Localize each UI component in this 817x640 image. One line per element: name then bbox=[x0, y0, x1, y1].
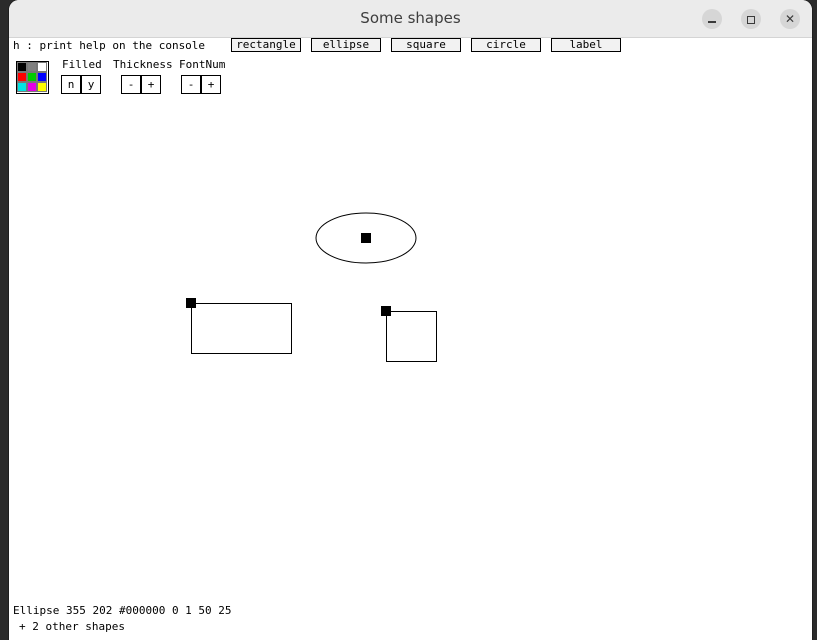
minimize-button[interactable] bbox=[702, 9, 722, 29]
title-bar[interactable]: Some shapes ✕ bbox=[9, 0, 812, 38]
rectangle-shape[interactable] bbox=[191, 303, 292, 354]
rectangle-handle[interactable] bbox=[186, 298, 196, 308]
ellipse-handle[interactable] bbox=[361, 233, 371, 243]
app-window: Some shapes ✕ h : print help on the cons… bbox=[9, 0, 812, 640]
drawing-canvas[interactable]: h : print help on the console rectangle … bbox=[9, 38, 812, 640]
maximize-button[interactable] bbox=[741, 9, 761, 29]
status-line-primary: Ellipse 355 202 #000000 0 1 50 25 bbox=[13, 604, 232, 617]
window-title: Some shapes bbox=[360, 9, 461, 27]
status-line-secondary: + 2 other shapes bbox=[19, 620, 125, 633]
shapes-layer bbox=[186, 212, 437, 362]
maximize-icon bbox=[747, 15, 755, 24]
close-button[interactable]: ✕ bbox=[780, 9, 800, 29]
square-shape[interactable] bbox=[386, 311, 437, 362]
minimize-icon bbox=[708, 20, 716, 23]
close-icon: ✕ bbox=[784, 12, 796, 26]
square-handle[interactable] bbox=[381, 306, 391, 316]
